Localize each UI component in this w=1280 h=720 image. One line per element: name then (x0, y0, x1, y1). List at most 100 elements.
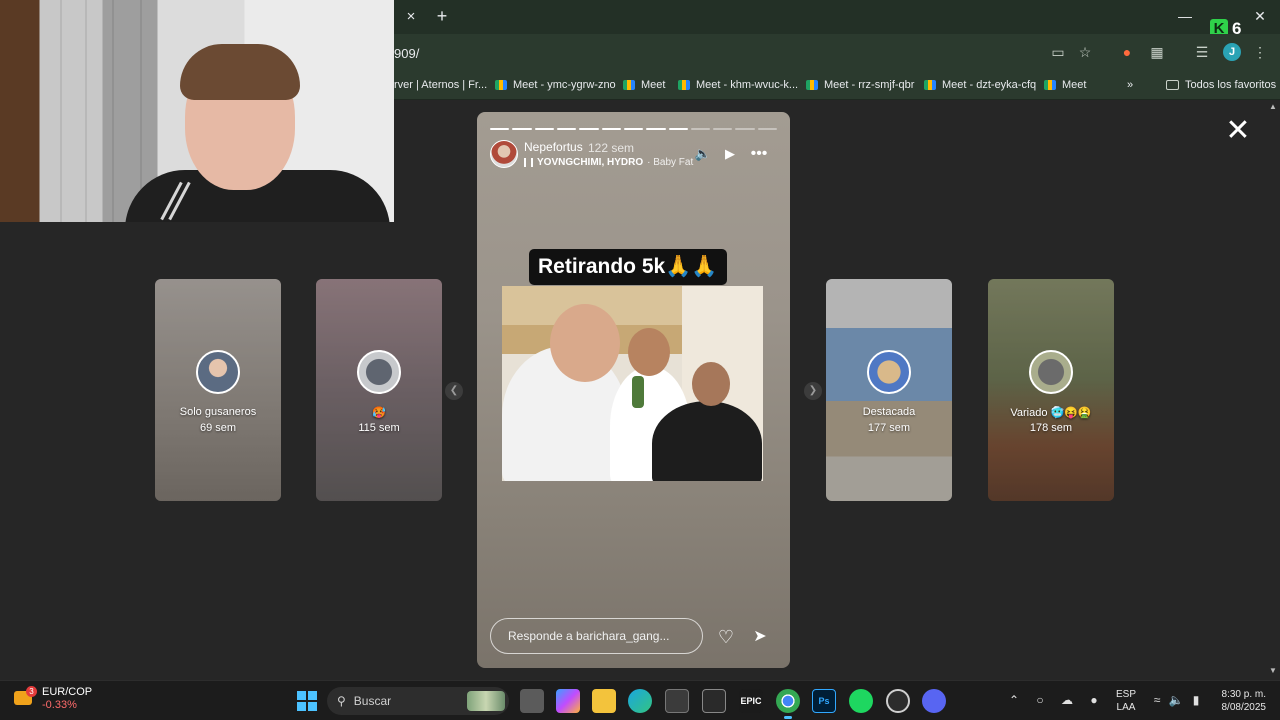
story-user-avatar[interactable] (490, 140, 518, 168)
progress-segment (512, 128, 532, 130)
photoshop-icon[interactable]: Ps (812, 689, 836, 713)
language-code: ESP (1116, 689, 1137, 700)
story-card-avatar (1029, 350, 1073, 394)
battery-icon[interactable]: ▮ (1188, 692, 1204, 708)
scroll-down-arrow[interactable]: ▼ (1268, 666, 1278, 676)
epic-games-icon[interactable]: EPIC (739, 689, 763, 713)
obs-icon[interactable] (886, 689, 910, 713)
bookmark-label: Meet (641, 79, 666, 91)
profile-avatar[interactable]: J (1223, 43, 1241, 61)
photo-person-head (628, 328, 670, 376)
bookmarks-overflow-button[interactable]: » (1127, 77, 1133, 93)
windows-logo-tile (297, 691, 306, 700)
currency-widget[interactable]: 3 EUR/COP -0.33% (14, 686, 92, 712)
scroll-up-arrow[interactable]: ▲ (1268, 102, 1278, 112)
bookmark-item[interactable]: Meet - khm-wvuc-k... (678, 77, 798, 93)
story-card[interactable]: Solo gusaneros 69 sem (155, 279, 281, 501)
edge-icon[interactable] (628, 689, 652, 713)
language-indicator[interactable]: ESP LAA (1116, 688, 1136, 714)
story-card[interactable]: Destacada 177 sem (826, 279, 952, 501)
extension-flame-icon[interactable]: ● (1118, 43, 1136, 61)
progress-segment (623, 128, 644, 130)
next-story-button[interactable]: ❯ (804, 382, 822, 400)
address-bar[interactable]: 909/ (394, 46, 419, 61)
menu-kebab-icon[interactable]: ⋮ (1251, 43, 1269, 61)
bookmark-item[interactable]: Meet - dzt-eyka-cfq (924, 77, 1036, 93)
close-window-icon[interactable]: ✕ (1250, 6, 1270, 26)
search-label: Buscar (353, 694, 392, 708)
onedrive-cloud-icon[interactable]: ☁ (1059, 692, 1075, 708)
volume-speaker-icon[interactable]: 🔈 (1168, 692, 1184, 708)
tray-app-icon[interactable]: ○ (1032, 692, 1048, 708)
more-options-icon[interactable]: ••• (750, 145, 768, 163)
bookmark-item[interactable]: Meet - ymc-ygrw-zno (495, 77, 616, 93)
bookmark-label: Meet - dzt-eyka-cfq (942, 79, 1037, 91)
reply-input[interactable]: Responde a barichara_gang... (490, 618, 703, 654)
file-explorer-icon[interactable] (592, 689, 616, 713)
music-artists: YOVNGCHIMI, HYDRO (537, 157, 644, 168)
new-tab-button[interactable]: + (432, 6, 452, 26)
windows-logo-tile (308, 691, 317, 700)
music-bars-icon (524, 158, 533, 167)
active-story: Nepefortus 122 sem YOVNGCHIMI, HYDRO · B… (477, 112, 790, 668)
bookmark-item[interactable]: rver | Aternos | Fr... (394, 77, 487, 93)
story-card-avatar (867, 350, 911, 394)
story-card-title: Variado 🥶😝🤮 (1010, 407, 1092, 419)
clock-time: 8:30 p. m. (1221, 689, 1266, 700)
discord-icon[interactable] (922, 689, 946, 713)
system-clock[interactable]: 8:30 p. m. 8/08/2025 (1214, 688, 1267, 714)
currency-coin-icon: 3 (14, 686, 37, 706)
curtain-fold (85, 0, 87, 222)
curtain-fold (112, 0, 114, 222)
spotify-icon[interactable] (849, 689, 873, 713)
meet-icon (1044, 80, 1056, 90)
previous-story-button[interactable]: ❮ (445, 382, 463, 400)
install-app-icon[interactable]: ▭ (1049, 43, 1067, 61)
volume-icon[interactable]: 🔈 (694, 145, 712, 163)
story-username[interactable]: Nepefortus (524, 140, 583, 154)
media-controls-icon[interactable]: ☰ (1193, 43, 1211, 61)
bookmark-item[interactable]: Meet (1044, 77, 1086, 93)
close-viewer-icon[interactable]: ✕ (1225, 116, 1251, 146)
story-card-time: 115 sem (358, 422, 400, 434)
like-heart-icon[interactable]: ♡ (715, 626, 737, 648)
bookmark-item[interactable]: Meet - rrz-smjf-qbr (806, 77, 914, 93)
all-bookmarks-button[interactable]: Todos los favoritos (1166, 77, 1276, 93)
show-hidden-icons-chevron-icon[interactable]: ⌃ (1006, 692, 1022, 708)
taskbar-search[interactable]: ⚲ Buscar (327, 687, 509, 715)
story-time-ago: 122 sem (588, 141, 635, 155)
chrome-icon[interactable] (776, 689, 800, 719)
story-card-time: 178 sem (1029, 422, 1073, 434)
roblox-icon[interactable] (702, 689, 726, 713)
progress-segment (713, 128, 733, 130)
music-song: · Baby Fat (647, 157, 694, 168)
progress-segment (534, 128, 554, 130)
start-button[interactable] (297, 691, 317, 711)
story-card-time: 69 sem (199, 422, 237, 434)
bookmark-item[interactable]: Meet (623, 77, 665, 93)
story-card[interactable]: 🥵 115 sem (316, 279, 442, 501)
extensions-puzzle-icon[interactable]: ▦ (1148, 43, 1166, 61)
progress-segment (646, 128, 666, 130)
webcam-overlay (0, 0, 394, 222)
progress-segment (757, 128, 778, 130)
progress-segment (735, 128, 755, 130)
windows-logo-tile (297, 702, 306, 711)
story-card[interactable]: Variado 🥶😝🤮 178 sem (988, 279, 1114, 501)
minimize-icon[interactable]: — (1175, 6, 1195, 26)
wifi-icon[interactable]: ≈ (1149, 692, 1165, 708)
story-music-info[interactable]: YOVNGCHIMI, HYDRO · Baby Fat (524, 157, 693, 168)
story-card-time: 177 sem (867, 422, 911, 434)
story-card-title: 🥵 (372, 407, 386, 419)
progress-segment (601, 128, 621, 130)
copilot-icon[interactable] (556, 689, 580, 713)
close-tab-icon[interactable]: × (402, 8, 420, 26)
send-icon[interactable]: ➤ (749, 626, 771, 648)
bookmark-star-icon[interactable]: ☆ (1076, 43, 1094, 61)
store-icon[interactable] (665, 689, 689, 713)
keyboard-layout: LAA (1116, 702, 1136, 713)
bookmark-label: Meet - rrz-smjf-qbr (824, 79, 915, 91)
play-icon[interactable]: ▶ (721, 145, 739, 163)
task-view-icon[interactable] (520, 689, 544, 713)
microphone-icon[interactable]: ● (1086, 692, 1102, 708)
